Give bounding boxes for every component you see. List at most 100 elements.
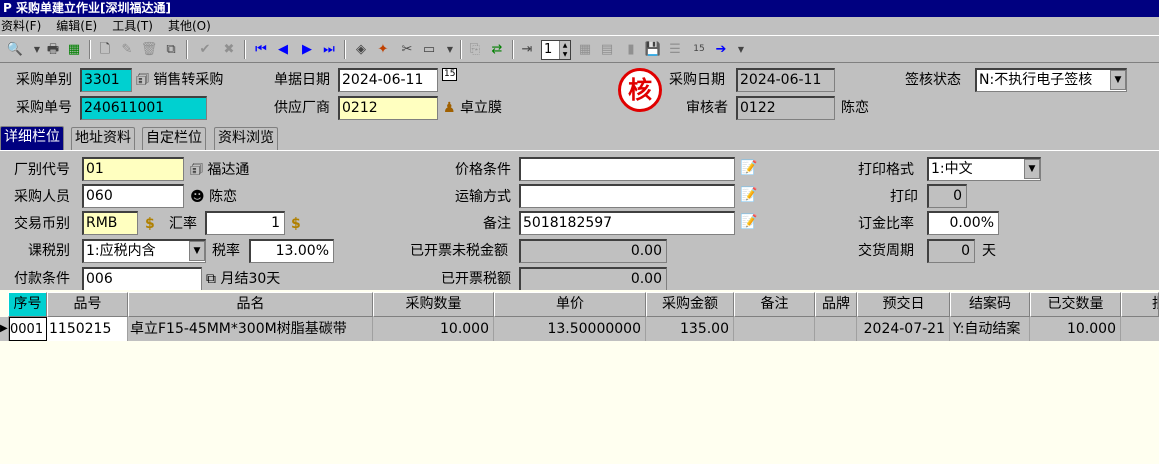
cancel-icon[interactable]: ✖	[220, 41, 238, 58]
grid-header-close-code[interactable]: 结案码	[950, 292, 1030, 317]
transfer-icon[interactable]: ⇄	[488, 41, 506, 58]
print-format-select[interactable]: 1:中文 ▼	[927, 157, 1041, 181]
payment-field[interactable]: 006	[82, 267, 202, 291]
edit-icon[interactable]: ✎	[118, 41, 136, 58]
grid-header-brand[interactable]: 品牌	[815, 292, 857, 317]
cell-delivered-qty[interactable]: 10.000	[1030, 317, 1121, 341]
save-icon[interactable]: 💾	[644, 41, 662, 58]
grid-header-price[interactable]: 单价	[494, 292, 646, 317]
prev-record-icon[interactable]: ◀	[274, 41, 292, 58]
grid-header-remark[interactable]: 备注	[734, 292, 815, 317]
edit-note-icon[interactable]: 📝	[740, 186, 757, 204]
sign-status-select[interactable]: N:不执行电子签核 ▼	[975, 68, 1127, 92]
cell-seq[interactable]: 0001	[9, 317, 47, 341]
cell-batch[interactable]	[1121, 317, 1159, 341]
goto-icon[interactable]: ⇥	[518, 41, 536, 58]
order-no-field[interactable]: 240611001	[80, 96, 207, 120]
print-icon[interactable]: 🖶	[44, 41, 62, 58]
deposit-field[interactable]: 0.00%	[927, 211, 999, 235]
exit-icon[interactable]: ➔	[712, 41, 730, 58]
report-icon[interactable]: ▭	[420, 41, 438, 58]
approve-icon[interactable]: ✦	[374, 41, 392, 58]
cell-brand[interactable]	[815, 317, 857, 341]
edit-note-icon[interactable]: 📝	[740, 159, 757, 177]
rate-field[interactable]: 1	[205, 211, 285, 235]
person-icon[interactable]: ☻	[190, 189, 205, 205]
menu-tools[interactable]: 工具(T)	[112, 19, 153, 33]
first-record-icon[interactable]: ⏮	[252, 41, 270, 58]
shipping-field[interactable]	[519, 184, 735, 208]
remark-field[interactable]: 5018182597	[519, 211, 735, 235]
supplier-field[interactable]: 0212	[338, 96, 438, 120]
copy-icon[interactable]: ⧉	[162, 41, 180, 58]
grid-header-due-date[interactable]: 预交日	[857, 292, 950, 317]
cell-item-name[interactable]: 卓立F15-45MM*300M树脂基碳带	[128, 317, 373, 341]
order-type-field[interactable]: 3301	[80, 68, 132, 92]
window-title: 采购单建立作业[深圳福达通]	[16, 1, 171, 15]
doc-date-field[interactable]: 2024-06-11	[338, 68, 438, 92]
coin-icon[interactable]: $	[291, 215, 301, 233]
query-icon[interactable]: ◈	[352, 41, 370, 58]
grid-header-delivered-qty[interactable]: 已交数量	[1030, 292, 1121, 317]
lock-icon[interactable]: ▮	[622, 41, 640, 58]
cell-item-no[interactable]: 1150215	[47, 317, 128, 341]
chevron-down-icon[interactable]: ▼	[189, 241, 205, 261]
factory-field[interactable]: 01	[82, 157, 184, 181]
export-excel-icon[interactable]: ▦	[65, 41, 83, 58]
next-record-icon[interactable]: ▶	[298, 41, 316, 58]
chevron-down-icon[interactable]: ▼	[1110, 70, 1126, 90]
calendar-icon[interactable]: 15	[690, 41, 708, 58]
cell-amount[interactable]: 135.00	[646, 317, 734, 341]
tax-rate-field[interactable]: 13.00%	[249, 239, 334, 263]
edit-note-icon[interactable]: 📝	[740, 213, 757, 231]
exit-dropdown-icon[interactable]: ▼	[732, 41, 750, 58]
tab-browse[interactable]: 资料浏览	[214, 127, 278, 150]
preview-icon[interactable]: 🔍	[6, 41, 24, 58]
tab-detail[interactable]: 详细栏位	[0, 126, 64, 150]
delete-icon[interactable]: 🗑	[140, 41, 158, 58]
report-dropdown-icon[interactable]: ▼	[441, 41, 459, 58]
cell-close-code[interactable]: Y:自动结案	[950, 317, 1030, 341]
record-spinner[interactable]: 1 ▲ ▼	[541, 40, 571, 60]
grid-header-amount[interactable]: 采购金额	[646, 292, 734, 317]
chevron-down-icon[interactable]: ▼	[1024, 159, 1040, 179]
confirm-icon[interactable]: ✔	[196, 41, 214, 58]
grid-header-batch[interactable]: 批	[1121, 292, 1159, 317]
spinner-arrows-icon[interactable]: ▲ ▼	[559, 41, 570, 59]
menu-edit[interactable]: 编辑(E)	[56, 19, 97, 33]
tab-address[interactable]: 地址资料	[71, 127, 135, 150]
tools-icon[interactable]: ✂	[398, 41, 416, 58]
cell-price[interactable]: 13.50000000	[494, 317, 646, 341]
layout-icon[interactable]: ☰	[666, 41, 684, 58]
supplier-person-icon[interactable]: ♟	[443, 100, 456, 116]
calc-icon[interactable]: ▤	[598, 41, 616, 58]
factory-label: 厂别代号	[14, 162, 70, 178]
toolbar-separator	[460, 40, 462, 59]
tax-type-label: 课税别	[28, 243, 70, 259]
tab-custom[interactable]: 自定栏位	[142, 127, 206, 150]
price-terms-field[interactable]	[519, 157, 735, 181]
cycle-field: 0	[927, 239, 975, 263]
last-record-icon[interactable]: ⏭	[320, 41, 338, 58]
doc-icon[interactable]: 🗊	[190, 162, 203, 178]
grid-icon[interactable]: ▦	[576, 41, 594, 58]
grid-header-item-no[interactable]: 品号	[47, 292, 128, 317]
currency-field[interactable]: RMB	[82, 211, 138, 235]
tax-type-select[interactable]: 1:应税内含 ▼	[82, 239, 206, 263]
grid-header-item-name[interactable]: 品名	[128, 292, 373, 317]
attach-icon[interactable]: ⎘	[466, 41, 484, 58]
payment-label: 付款条件	[14, 271, 70, 287]
menu-file[interactable]: 资料(F)	[1, 19, 41, 33]
calendar-picker-icon[interactable]: 15	[442, 68, 458, 81]
window-icon[interactable]: ⧉	[206, 271, 216, 287]
shipping-label: 运输方式	[455, 189, 511, 205]
menu-other[interactable]: 其他(O)	[168, 19, 211, 33]
buyer-field[interactable]: 060	[82, 184, 184, 208]
new-icon[interactable]: 🗋	[96, 41, 114, 58]
grid-header-seq[interactable]: 序号	[8, 292, 47, 317]
grid-header-qty[interactable]: 采购数量	[373, 292, 494, 317]
cell-remark[interactable]	[734, 317, 815, 341]
cell-qty[interactable]: 10.000	[373, 317, 494, 341]
coin-icon[interactable]: $	[145, 215, 155, 233]
cell-due-date[interactable]: 2024-07-21	[857, 317, 950, 341]
